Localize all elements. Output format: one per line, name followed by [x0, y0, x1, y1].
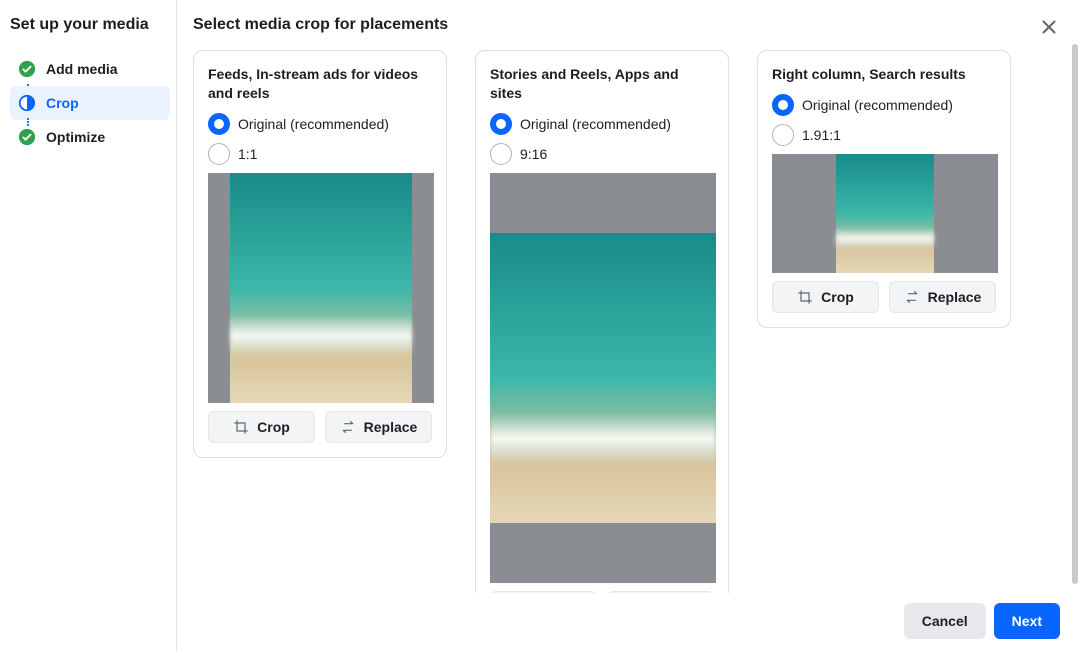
step-label: Add media — [46, 61, 118, 77]
main: Select media crop for placements Feeds, … — [177, 0, 1080, 651]
radio-icon — [208, 113, 230, 135]
placement-card-right-column: Right column, Search results Original (r… — [757, 50, 1011, 328]
sidebar: Set up your media Add media Crop Optimiz… — [0, 0, 177, 651]
next-label: Next — [1012, 613, 1042, 629]
radio-label: Original (recommended) — [520, 116, 671, 132]
card-title: Right column, Search results — [772, 65, 996, 84]
swap-icon — [904, 289, 920, 305]
close-button[interactable] — [1038, 16, 1060, 38]
page-title: Select media crop for placements — [193, 16, 448, 34]
radio-1-91-1[interactable]: 1.91:1 — [772, 124, 996, 146]
cancel-label: Cancel — [922, 613, 968, 629]
cancel-button[interactable]: Cancel — [904, 603, 986, 639]
radio-1-1[interactable]: 1:1 — [208, 143, 432, 165]
radio-icon — [772, 124, 794, 146]
scrollbar[interactable] — [1072, 44, 1078, 604]
replace-label: Replace — [928, 289, 982, 305]
swap-icon — [340, 419, 356, 435]
step-crop[interactable]: Crop — [10, 86, 170, 120]
radio-icon — [490, 113, 512, 135]
card-title: Feeds, In-stream ads for videos and reel… — [208, 65, 432, 103]
card-title: Stories and Reels, Apps and sites — [490, 65, 714, 103]
crop-button[interactable]: Crop — [208, 411, 315, 443]
media-preview — [772, 154, 998, 273]
next-button[interactable]: Next — [994, 603, 1060, 639]
media-image — [230, 173, 412, 403]
scroll-thumb[interactable] — [1072, 44, 1078, 584]
radio-icon — [208, 143, 230, 165]
replace-button[interactable]: Replace — [325, 411, 432, 443]
step-optimize[interactable]: Optimize — [10, 120, 170, 154]
step-label: Optimize — [46, 129, 105, 145]
radio-label: Original (recommended) — [802, 97, 953, 113]
header: Select media crop for placements — [177, 0, 1080, 50]
placement-card-stories: Stories and Reels, Apps and sites Origin… — [475, 50, 729, 593]
radio-original[interactable]: Original (recommended) — [772, 94, 996, 116]
card-actions: Crop Replace — [772, 281, 996, 313]
card-actions: Crop Replace — [208, 411, 432, 443]
radio-original[interactable]: Original (recommended) — [490, 113, 714, 135]
placement-card-feeds: Feeds, In-stream ads for videos and reel… — [193, 50, 447, 458]
crop-label: Crop — [257, 419, 290, 435]
media-preview — [208, 173, 434, 403]
content: Feeds, In-stream ads for videos and reel… — [177, 50, 1080, 593]
media-image — [490, 233, 716, 523]
placement-cards: Feeds, In-stream ads for videos and reel… — [193, 50, 1064, 593]
replace-button[interactable]: Replace — [889, 281, 996, 313]
step-add-media[interactable]: Add media — [10, 52, 170, 86]
crop-icon — [233, 419, 249, 435]
replace-label: Replace — [364, 419, 418, 435]
radio-9-16[interactable]: 9:16 — [490, 143, 714, 165]
radio-label: 9:16 — [520, 146, 547, 162]
media-preview — [490, 173, 716, 583]
sidebar-title: Set up your media — [10, 16, 170, 34]
radio-icon — [490, 143, 512, 165]
crop-button[interactable]: Crop — [772, 281, 879, 313]
crop-icon — [797, 289, 813, 305]
media-image — [836, 154, 934, 273]
radio-icon — [772, 94, 794, 116]
step-list: Add media Crop Optimize — [10, 52, 170, 154]
radio-label: 1.91:1 — [802, 127, 841, 143]
half-circle-icon — [18, 94, 36, 112]
radio-original[interactable]: Original (recommended) — [208, 113, 432, 135]
check-circle-icon — [18, 60, 36, 78]
radio-label: 1:1 — [238, 146, 257, 162]
crop-label: Crop — [821, 289, 854, 305]
footer: Cancel Next — [177, 593, 1080, 651]
step-label: Crop — [46, 95, 79, 111]
check-circle-icon — [18, 128, 36, 146]
radio-label: Original (recommended) — [238, 116, 389, 132]
